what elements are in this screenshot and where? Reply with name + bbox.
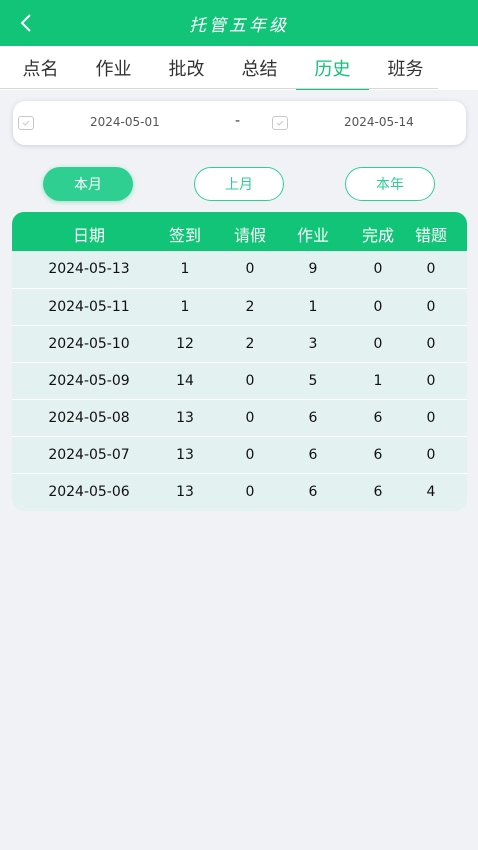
tab-grading[interactable]: 批改 (150, 46, 223, 90)
table-cell: 0 (373, 336, 383, 352)
table-cell: 5 (308, 373, 318, 389)
table-cell: 2024-05-08 (48, 410, 130, 426)
history-table: 日期 签到 请假 作业 完成 错题 2024-05-13 1 0 9 0 0 2024-05… (12, 212, 467, 511)
table-cell: 2024-05-09 (48, 373, 130, 389)
table-cell: 0 (426, 336, 436, 352)
this-year-button[interactable]: 本年 (345, 167, 435, 201)
table-cell: 0 (426, 299, 436, 315)
table-cell: 6 (308, 410, 318, 426)
calendar-icon[interactable] (18, 116, 34, 130)
table-row[interactable]: 2024-05-13 1 0 9 0 0 (12, 251, 467, 288)
last-month-button[interactable]: 上月 (194, 167, 284, 201)
header-signin: 签到 (168, 226, 201, 245)
table-row[interactable]: 2024-05-06 13 0 6 6 4 (12, 473, 467, 510)
this-month-button[interactable]: 本月 (43, 167, 133, 201)
tab-bar: 点名 作业 批改 总结 历史 班务 (0, 46, 478, 90)
table-cell: 2024-05-07 (48, 447, 130, 463)
table-cell: 0 (245, 373, 255, 389)
tab-label: 批改 (168, 59, 205, 80)
tab-class-affairs[interactable]: 班务 (369, 46, 442, 90)
table-cell: 6 (308, 484, 318, 500)
table-cell: 2 (245, 336, 255, 352)
tab-label: 历史 (314, 59, 351, 80)
table-cell: 2024-05-13 (48, 261, 130, 277)
end-date[interactable]: 2024-05-14 (344, 115, 414, 129)
table-cell: 9 (308, 261, 318, 277)
table-cell: 2024-05-11 (48, 299, 130, 315)
table-cell: 1 (180, 261, 190, 277)
table-cell: 0 (245, 484, 255, 500)
table-cell: 6 (373, 484, 383, 500)
start-date[interactable]: 2024-05-01 (90, 115, 160, 129)
table-cell: 3 (308, 336, 318, 352)
table-cell: 0 (245, 261, 255, 277)
table-cell: 0 (426, 447, 436, 463)
table-row[interactable]: 2024-05-10 12 2 3 0 0 (12, 325, 467, 362)
table-row[interactable]: 2024-05-07 13 0 6 6 0 (12, 436, 467, 473)
table-cell: 13 (176, 484, 194, 500)
tab-label: 总结 (241, 59, 278, 80)
table-cell: 0 (426, 261, 436, 277)
table-row[interactable]: 2024-05-11 1 2 1 0 0 (12, 288, 467, 325)
tab-history[interactable]: 历史 (296, 46, 369, 90)
table-row[interactable]: 2024-05-08 13 0 6 6 0 (12, 399, 467, 436)
table-header: 日期 签到 请假 作业 完成 错题 (12, 212, 467, 251)
tab-label: 作业 (95, 59, 132, 80)
table-cell: 6 (308, 447, 318, 463)
table-cell: 13 (176, 447, 194, 463)
table-cell: 12 (176, 336, 194, 352)
table-cell: 2024-05-06 (48, 484, 130, 500)
table-cell: 2 (245, 299, 255, 315)
date-range-picker: 2024-05-01 - 2024-05-14 (13, 101, 466, 145)
header-mistakes: 错题 (414, 226, 447, 245)
table-cell: 6 (373, 410, 383, 426)
app-header: 托管五年级 (0, 0, 478, 46)
table-cell: 0 (426, 410, 436, 426)
table-cell: 14 (176, 373, 194, 389)
tab-label: 点名 (22, 59, 59, 80)
table-cell: 0 (426, 373, 436, 389)
header-homework: 作业 (296, 226, 329, 245)
table-cell: 4 (426, 484, 436, 500)
table-cell: 1 (180, 299, 190, 315)
header-leave: 请假 (233, 226, 266, 245)
table-cell: 0 (245, 410, 255, 426)
table-cell: 1 (373, 373, 383, 389)
header-date: 日期 (72, 226, 105, 245)
tab-summary[interactable]: 总结 (223, 46, 296, 90)
tab-label: 班务 (387, 59, 424, 80)
tab-roll-call[interactable]: 点名 (4, 46, 77, 90)
page-title: 托管五年级 (189, 16, 289, 36)
tab-homework[interactable]: 作业 (77, 46, 150, 90)
table-cell: 2024-05-10 (48, 336, 130, 352)
table-cell: 13 (176, 410, 194, 426)
table-cell: 6 (373, 447, 383, 463)
table-cell: 0 (373, 299, 383, 315)
table-cell: 1 (308, 299, 318, 315)
table-cell: 0 (373, 261, 383, 277)
table-row[interactable]: 2024-05-09 14 0 5 1 0 (12, 362, 467, 399)
date-separator: - (235, 113, 241, 129)
header-completed: 完成 (361, 226, 394, 245)
calendar-icon[interactable] (272, 116, 288, 130)
tab-divider (0, 88, 438, 89)
table-body: 2024-05-13 1 0 9 0 0 2024-05-11 1 2 1 0 0 2024-05-10… (12, 251, 467, 510)
table-cell: 0 (245, 447, 255, 463)
